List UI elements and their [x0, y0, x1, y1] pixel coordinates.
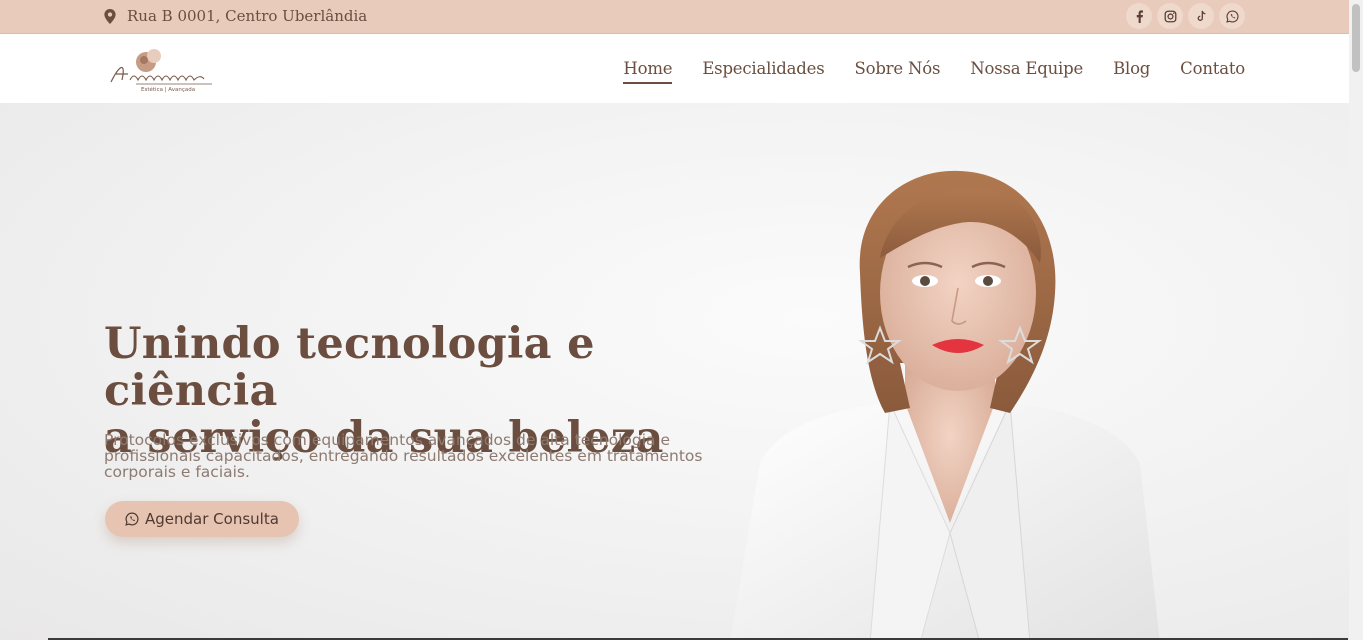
whatsapp-icon[interactable]: [1219, 3, 1245, 29]
facebook-icon[interactable]: [1126, 3, 1152, 29]
hero-subtext: Protocolos exclusivos com equipamentos a…: [104, 431, 703, 481]
tiktok-icon[interactable]: [1188, 3, 1214, 29]
map-marker-icon: [104, 8, 116, 24]
hero-portrait-image: [730, 170, 1160, 640]
nav-sobre-nos[interactable]: Sobre Nós: [854, 59, 940, 84]
social-links: [1126, 3, 1245, 29]
schedule-consultation-button[interactable]: Agendar Consulta: [105, 501, 299, 537]
vertical-scrollbar[interactable]: [1349, 0, 1363, 640]
cta-label: Agendar Consulta: [145, 510, 279, 528]
nav-contato[interactable]: Contato: [1180, 59, 1245, 84]
whatsapp-icon: [125, 512, 139, 526]
address: Rua B 0001, Centro Uberlândia: [104, 7, 367, 25]
nav-especialidades[interactable]: Especialidades: [702, 59, 824, 84]
topbar: Rua B 0001, Centro Uberlândia: [0, 0, 1349, 34]
nav-nossa-equipe[interactable]: Nossa Equipe: [970, 59, 1083, 84]
instagram-icon[interactable]: [1157, 3, 1183, 29]
navbar: Estética | Avançada Home Especialidades …: [0, 34, 1349, 103]
address-text: Rua B 0001, Centro Uberlândia: [127, 7, 368, 25]
hero-headline-line1: Unindo tecnologia e ciência: [104, 319, 595, 416]
nav-home[interactable]: Home: [623, 59, 673, 84]
nav-blog[interactable]: Blog: [1113, 59, 1150, 84]
svg-text:Estética | Avançada: Estética | Avançada: [141, 86, 195, 93]
hero-section: Unindo tecnologia e ciência a serviço da…: [0, 103, 1349, 640]
logo[interactable]: Estética | Avançada: [108, 44, 218, 94]
main-nav: Home Especialidades Sobre Nós Nossa Equi…: [623, 59, 1245, 84]
scrollbar-thumb[interactable]: [1352, 4, 1360, 72]
